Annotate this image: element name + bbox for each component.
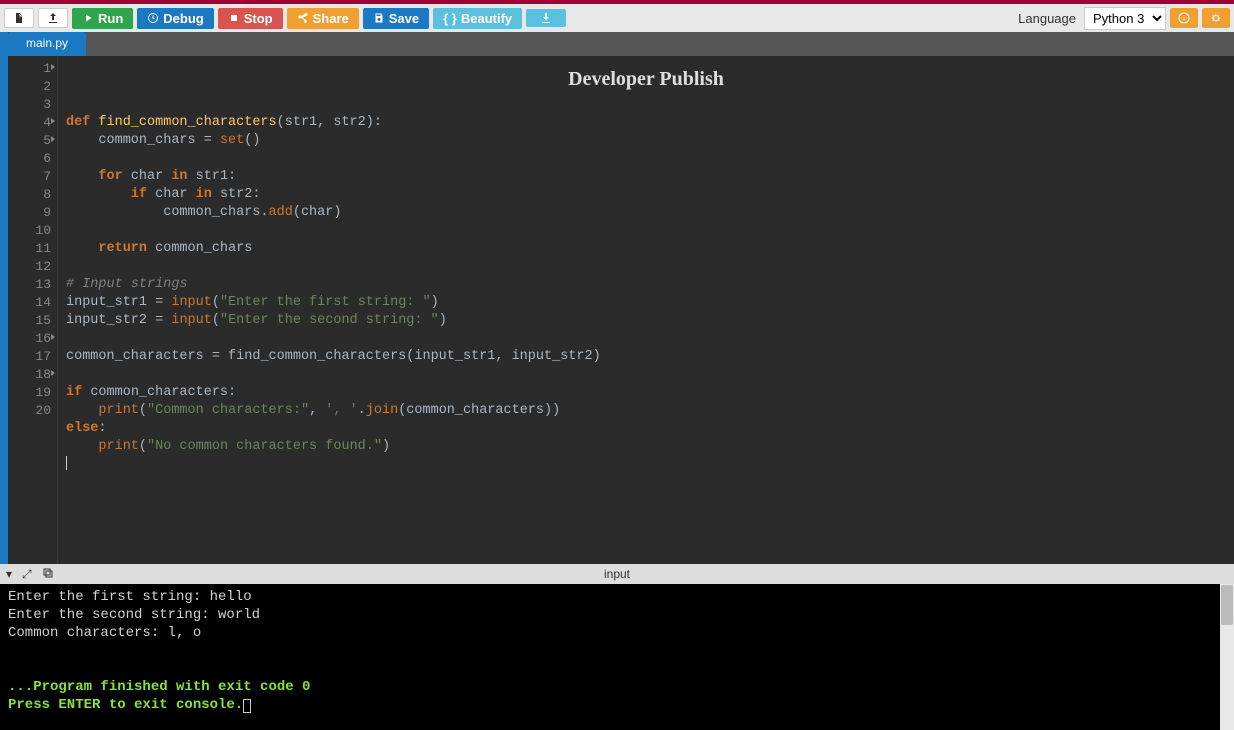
gutter-line: 8: [8, 186, 51, 204]
chevron-down-icon[interactable]: ▾: [6, 567, 12, 581]
settings-button[interactable]: [1202, 8, 1230, 28]
code-line[interactable]: [66, 150, 1226, 168]
code-line[interactable]: # Input strings: [66, 276, 1226, 294]
code-line[interactable]: common_chars = set(): [66, 132, 1226, 150]
code-line[interactable]: [66, 330, 1226, 348]
run-button[interactable]: Run: [72, 8, 133, 29]
code-line[interactable]: return common_chars: [66, 240, 1226, 258]
gear-icon: [1210, 12, 1222, 24]
fold-marker-icon[interactable]: [51, 370, 55, 376]
gutter-line: 17: [8, 348, 51, 366]
debug-button[interactable]: Debug: [137, 8, 213, 29]
gutter-line: 4: [8, 114, 51, 132]
expand-icon[interactable]: ⤢: [22, 567, 32, 582]
fold-marker-icon[interactable]: [51, 136, 55, 142]
code-line[interactable]: common_characters = find_common_characte…: [66, 348, 1226, 366]
debug-label: Debug: [163, 11, 203, 26]
download-icon: [540, 12, 552, 24]
gutter-line: 3: [8, 96, 51, 114]
file-icon: [13, 12, 25, 24]
text-cursor: [66, 456, 67, 470]
console-line: Common characters: l, o: [8, 624, 1212, 642]
gutter-line: 13: [8, 276, 51, 294]
gutter-line: 16: [8, 330, 51, 348]
share-button[interactable]: Share: [287, 8, 359, 29]
code-line[interactable]: if common_characters:: [66, 384, 1226, 402]
console-status-line: ...Program finished with exit code 0: [8, 678, 1212, 696]
code-line[interactable]: def find_common_characters(str1, str2):: [66, 114, 1226, 132]
code-line[interactable]: else:: [66, 420, 1226, 438]
console-line: Enter the second string: world: [8, 606, 1212, 624]
code-line[interactable]: [66, 222, 1226, 240]
watermark-text: Developer Publish: [568, 70, 724, 88]
line-gutter: 1234567891011121314151617181920: [8, 56, 58, 564]
download-button[interactable]: [526, 9, 566, 27]
info-button[interactable]: [1170, 8, 1198, 28]
copy-icon[interactable]: [42, 567, 54, 582]
fold-marker-icon[interactable]: [51, 64, 55, 70]
console-line: [8, 642, 1212, 660]
share-label: Share: [313, 11, 349, 26]
gutter-line: 11: [8, 240, 51, 258]
code-line[interactable]: if char in str2:: [66, 186, 1226, 204]
code-line[interactable]: input_str2 = input("Enter the second str…: [66, 312, 1226, 330]
gutter-line: 18: [8, 366, 51, 384]
beautify-label: Beautify: [461, 11, 512, 26]
beautify-button[interactable]: { } Beautify: [433, 8, 522, 29]
language-label: Language: [1018, 11, 1076, 26]
info-icon: [1178, 12, 1190, 24]
gutter-line: 2: [8, 78, 51, 96]
console-line: Enter the first string: hello: [8, 588, 1212, 606]
play-icon: [82, 12, 94, 24]
braces-icon: { }: [443, 11, 457, 26]
save-icon: [373, 12, 385, 24]
toolbar: Run Debug Stop Share Save { } Beautify L…: [0, 4, 1234, 32]
console-output[interactable]: Enter the first string: helloEnter the s…: [0, 584, 1220, 730]
tab-bar: main.py: [8, 32, 1234, 56]
code-line[interactable]: common_chars.add(char): [66, 204, 1226, 222]
console-cursor: [243, 699, 251, 713]
share-icon: [297, 12, 309, 24]
stop-button[interactable]: Stop: [218, 8, 283, 29]
gutter-line: 9: [8, 204, 51, 222]
save-label: Save: [389, 11, 419, 26]
gutter-line: 14: [8, 294, 51, 312]
gutter-line: 12: [8, 258, 51, 276]
console-line: [8, 660, 1212, 678]
run-label: Run: [98, 11, 123, 26]
new-file-button[interactable]: [4, 8, 34, 28]
code-line[interactable]: input_str1 = input("Enter the first stri…: [66, 294, 1226, 312]
editor[interactable]: 1234567891011121314151617181920 Develope…: [8, 56, 1234, 564]
code-line[interactable]: for char in str1:: [66, 168, 1226, 186]
language-select[interactable]: Python 3: [1084, 7, 1166, 30]
code-line[interactable]: [66, 456, 1226, 474]
stop-label: Stop: [244, 11, 273, 26]
code-line[interactable]: [66, 258, 1226, 276]
scrollbar-thumb[interactable]: [1221, 585, 1233, 625]
panel-label: input: [604, 567, 630, 581]
gutter-line: 10: [8, 222, 51, 240]
save-button[interactable]: Save: [363, 8, 429, 29]
upload-button[interactable]: [38, 8, 68, 28]
upload-icon: [47, 12, 59, 24]
clock-icon: [147, 12, 159, 24]
gutter-line: 15: [8, 312, 51, 330]
fold-marker-icon[interactable]: [51, 334, 55, 340]
code-line[interactable]: print("Common characters:", ', '.join(co…: [66, 402, 1226, 420]
gutter-line: 20: [8, 402, 51, 420]
console-status-line: Press ENTER to exit console.: [8, 696, 1212, 714]
console-scrollbar[interactable]: [1220, 584, 1234, 730]
code-line[interactable]: print("No common characters found."): [66, 438, 1226, 456]
gutter-line: 7: [8, 168, 51, 186]
code-area[interactable]: Developer Publish def find_common_charac…: [58, 56, 1234, 564]
gutter-line: 5: [8, 132, 51, 150]
stop-icon: [228, 12, 240, 24]
gutter-line: 6: [8, 150, 51, 168]
tab-main-py[interactable]: main.py: [8, 32, 86, 56]
fold-marker-icon[interactable]: [51, 118, 55, 124]
panel-divider[interactable]: ▾ ⤢ input: [0, 564, 1234, 584]
gutter-line: 19: [8, 384, 51, 402]
code-line[interactable]: [66, 366, 1226, 384]
gutter-line: 1: [8, 60, 51, 78]
